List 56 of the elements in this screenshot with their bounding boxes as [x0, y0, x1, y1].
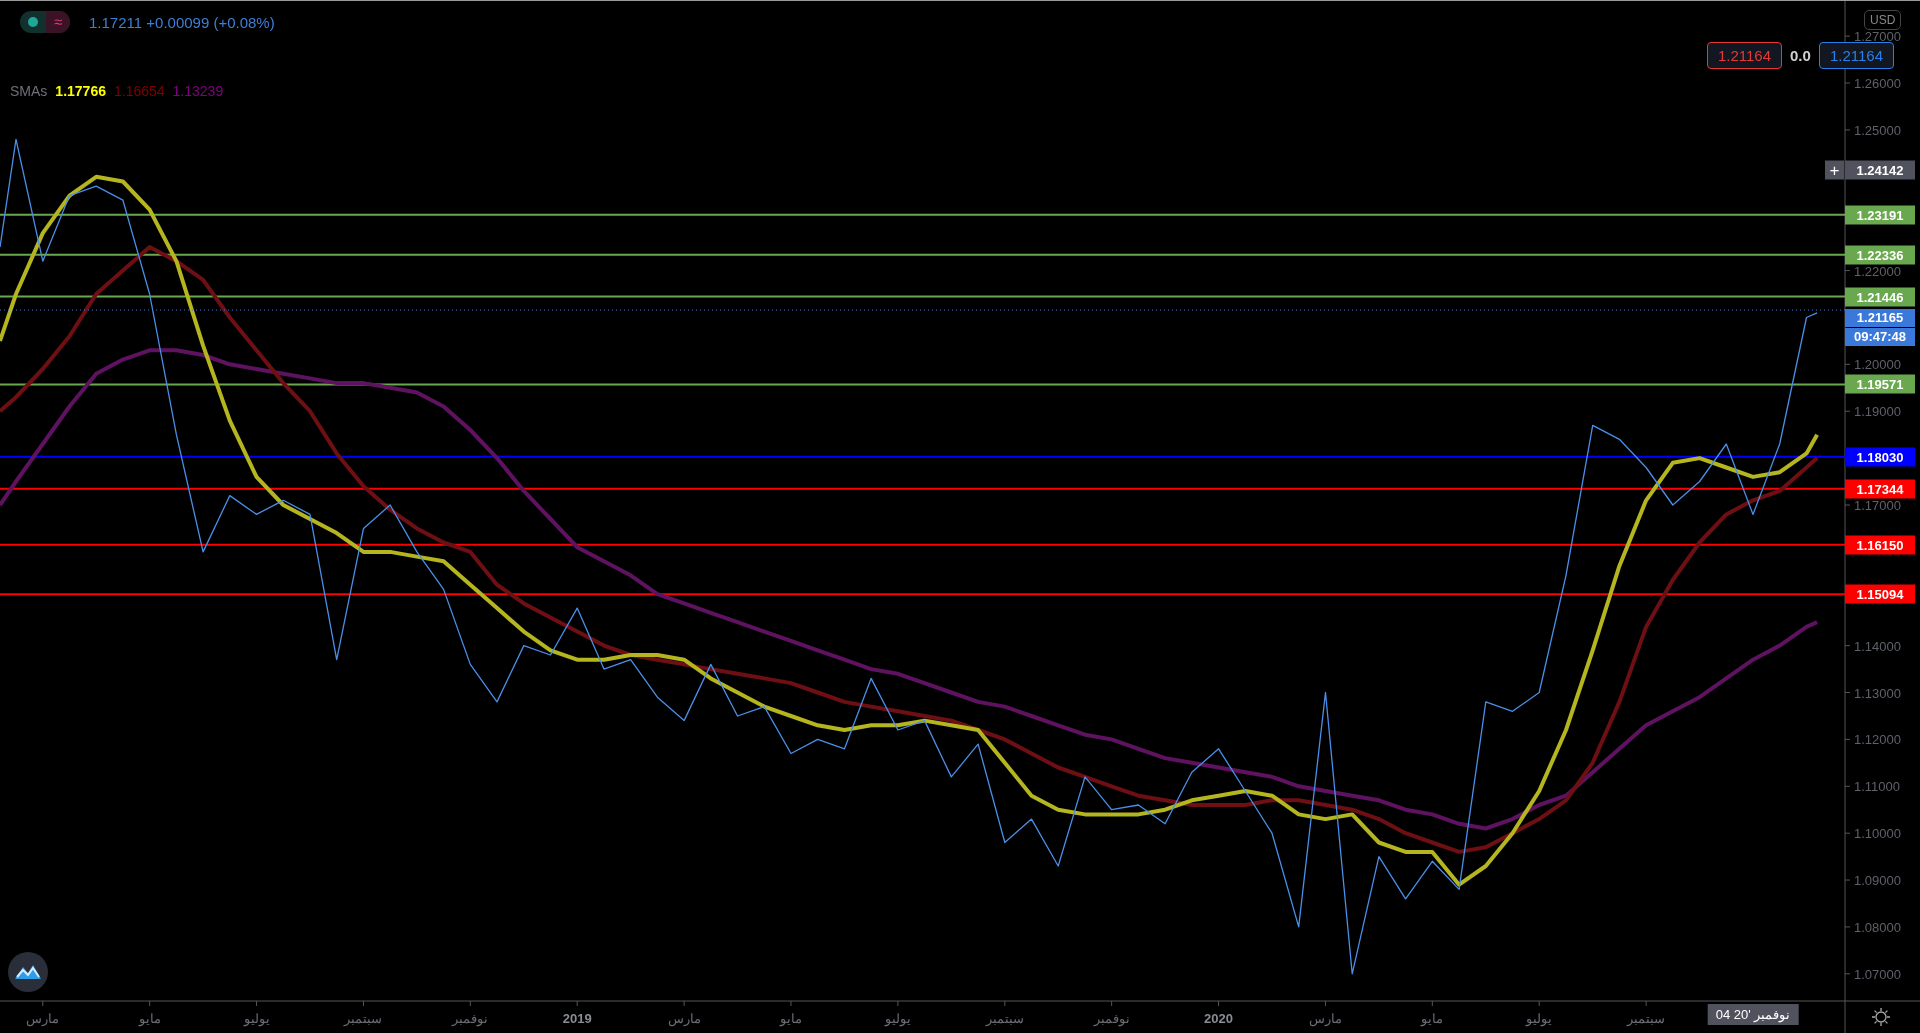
price-tick-label: 1.26000 — [1854, 75, 1901, 91]
time-tick-label: نوفمبر — [1093, 1011, 1130, 1026]
time-tick-label: 2020 — [1204, 1011, 1233, 1026]
time-tick-label: يوليو — [1526, 1011, 1553, 1026]
time-tick-label: مارس — [26, 1011, 60, 1026]
level-price-label: 1.18030 — [1845, 447, 1915, 467]
price-tick-label: 1.11000 — [1854, 778, 1901, 794]
time-tick-label: مايو — [1421, 1011, 1444, 1026]
time-tick-label: يوليو — [884, 1011, 911, 1026]
price-tick-label: 1.25000 — [1854, 122, 1901, 138]
level-price-label: 1.19571 — [1845, 374, 1915, 394]
settings-icon[interactable] — [1871, 1007, 1891, 1027]
level-price-label: 1.15094 — [1845, 584, 1915, 604]
indicator-value: 1.13239 — [172, 83, 224, 99]
spread-value: 0.0 — [1790, 47, 1811, 64]
indicator-label: SMAs — [10, 83, 48, 99]
buy-button[interactable]: 1.21164 — [1818, 42, 1894, 69]
price-tick-label: 1.08000 — [1854, 919, 1901, 935]
crosshair-date-label: 04 نوفمبر '20 — [1707, 1004, 1799, 1025]
price-tick-label: 1.13000 — [1854, 685, 1901, 700]
level-price-label: 1.23191 — [1845, 205, 1915, 225]
level-price-label: 1.16150 — [1845, 535, 1915, 555]
price-tick-label: 1.27000 — [1854, 28, 1901, 44]
sell-button[interactable]: 1.21164 — [1706, 42, 1783, 69]
price-tick-label: 1.09000 — [1854, 872, 1901, 888]
last-price-label: 1.21165 — [1845, 308, 1915, 327]
time-tick-label: سبتمبر — [1627, 1011, 1666, 1026]
time-tick-label: مايو — [779, 1011, 802, 1026]
indicator-value: 1.17766 — [55, 83, 106, 99]
time-tick-label: نوفمبر — [452, 1011, 489, 1026]
level-price-label: 1.22336 — [1845, 245, 1915, 265]
price-tick-label: 1.22000 — [1854, 263, 1901, 279]
price-tick-label: 1.12000 — [1854, 731, 1901, 747]
level-price-label: 1.21446 — [1845, 287, 1915, 307]
crosshair-price-label: 1.24142 — [1845, 160, 1915, 180]
price-tick-label: 1.10000 — [1854, 825, 1901, 841]
time-tick-label: مارس — [1308, 1011, 1342, 1026]
time-tick-label: مارس — [667, 1011, 701, 1026]
visibility-toggle[interactable]: ≈ — [20, 11, 70, 33]
time-tick-label: سبتمبر — [344, 1011, 383, 1026]
mountain-logo-icon[interactable] — [8, 952, 48, 992]
indicator-value: 1.16654 — [113, 83, 165, 99]
price-tick-label: 1.14000 — [1854, 638, 1901, 654]
price-tick-label: 1.20000 — [1854, 356, 1901, 372]
price-tick-label: 1.17000 — [1854, 497, 1901, 513]
time-tick-label: سبتمبر — [985, 1011, 1024, 1026]
price-tick-label: 1.19000 — [1854, 403, 1901, 419]
price-quote: 1.17211 +0.00099 (+0.08%) — [89, 14, 275, 31]
time-tick-label: يوليو — [243, 1011, 270, 1026]
price-tick-label: 1.07000 — [1854, 966, 1901, 982]
countdown-label: 09:47:48 — [1845, 327, 1915, 346]
add-button[interactable]: + — [1825, 160, 1844, 180]
time-tick-label: مايو — [138, 1011, 161, 1026]
time-tick-label: 2019 — [562, 1011, 592, 1026]
currency-button[interactable]: USD — [1864, 10, 1902, 30]
level-price-label: 1.17344 — [1845, 479, 1915, 499]
